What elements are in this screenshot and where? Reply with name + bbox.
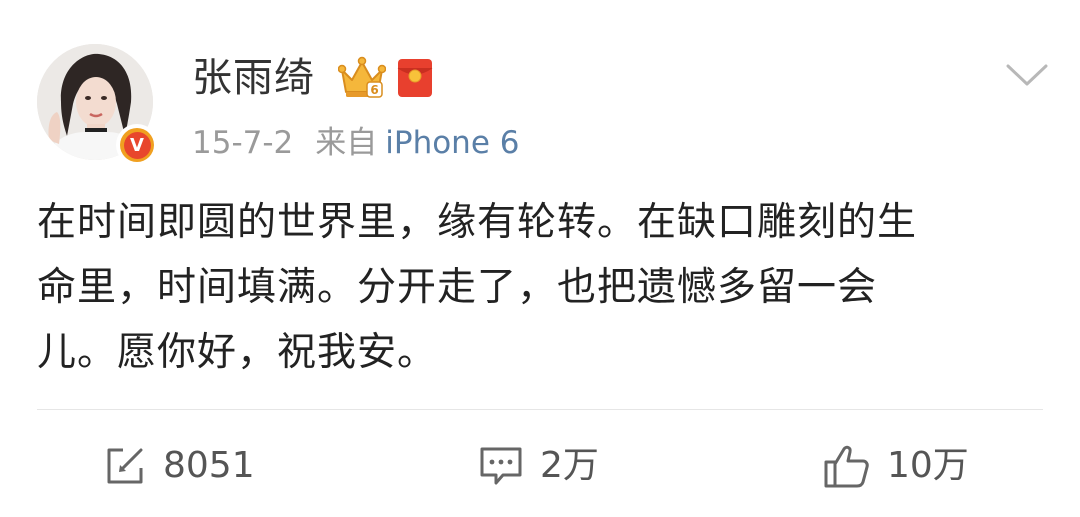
repost-icon xyxy=(107,448,143,484)
thumbs-up-icon xyxy=(824,445,869,488)
crown-vip-icon[interactable]: 6 xyxy=(338,56,386,100)
post-meta: 15-7-2 来自 iPhone 6 xyxy=(192,120,519,166)
repost-button[interactable]: 8051 xyxy=(103,438,255,494)
content-line: 在时间即圆的世界里，缘有轮转。在缺口雕刻的生 xyxy=(37,200,918,245)
chevron-down-icon[interactable] xyxy=(1005,62,1049,88)
weibo-post-card: V 张雨绮 6 15-7-2 来自 iPhone 6 在时间即圆的世界里，缘有轮转。… xyxy=(0,0,1080,517)
source-device-link[interactable]: iPhone 6 xyxy=(385,125,519,161)
post-content: 在时间即圆的世界里，缘有轮转。在缺口雕刻的生 命里，时间填满。分开走了，也把遗憾… xyxy=(37,190,1047,385)
like-button[interactable]: 10万 xyxy=(823,438,969,494)
verified-badge-icon: V xyxy=(116,124,158,166)
like-count: 10万 xyxy=(887,445,969,486)
comment-icon xyxy=(480,447,522,485)
repost-count: 8051 xyxy=(163,445,255,486)
verified-v-mark: V xyxy=(123,131,151,159)
content-line: 命里，时间填满。分开走了，也把遗憾多留一会 xyxy=(37,265,878,310)
comment-button[interactable]: 2万 xyxy=(478,438,599,494)
content-line: 儿。愿你好，祝我安。 xyxy=(37,330,438,375)
author-name[interactable]: 张雨绮 xyxy=(192,52,315,104)
svg-text:6: 6 xyxy=(370,83,378,97)
source-label: 来自 xyxy=(315,125,378,161)
divider xyxy=(37,409,1043,410)
comment-count: 2万 xyxy=(540,445,599,486)
post-date: 15-7-2 xyxy=(192,125,294,161)
red-packet-icon[interactable] xyxy=(397,58,433,98)
